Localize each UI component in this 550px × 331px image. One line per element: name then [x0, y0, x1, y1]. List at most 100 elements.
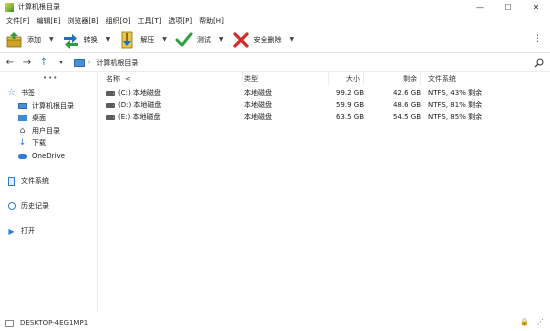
sidebar-item-computer[interactable]: 计算机根目录: [18, 100, 74, 112]
test-label: 测试: [196, 35, 211, 44]
title-bar: 计算机根目录 — ☐ ✕: [0, 0, 550, 14]
sidebar-item-label: 桌面: [32, 114, 46, 122]
extract-icon: [121, 31, 133, 48]
drive-size: 63.5 GB: [335, 113, 364, 121]
column-header-label: 剩余: [403, 75, 417, 83]
star-icon: ☆: [7, 88, 16, 98]
search-icon[interactable]: [534, 58, 544, 68]
add-button[interactable]: 添加 ▼: [3, 29, 56, 51]
column-header-type[interactable]: 类型: [244, 72, 329, 86]
column-header-size[interactable]: 大小: [330, 72, 364, 86]
column-header-label: 类型: [244, 75, 258, 83]
drive-type: 本地磁盘: [244, 89, 272, 97]
sidebar-item-label: 下载: [32, 139, 46, 147]
lock-icon[interactable]: 🔒: [520, 318, 529, 326]
menu-browser[interactable]: 浏览器[B]: [64, 16, 101, 26]
test-button[interactable]: 测试 ▼: [173, 29, 226, 51]
drive-name: (E:) 本地磁盘: [118, 113, 161, 121]
history-dropdown-icon[interactable]: ▾: [54, 56, 68, 70]
secure-delete-button[interactable]: 安全删除 ▼: [230, 29, 297, 51]
extract-label: 解压: [140, 35, 155, 44]
drive-name: (D:) 本地磁盘: [118, 101, 162, 109]
history-clock-icon: [7, 202, 16, 211]
history-label: 历史记录: [21, 202, 49, 210]
computer-name: DESKTOP-4EG1MP1: [20, 319, 89, 327]
app-logo-icon: [5, 2, 14, 12]
sidebar-filesystem[interactable]: 文件系统: [7, 175, 49, 187]
sidebar-dots[interactable]: •••: [43, 74, 58, 82]
sidebar-history[interactable]: 历史记录: [7, 200, 49, 212]
menu-help[interactable]: 帮助[H]: [196, 16, 227, 26]
address-bar: ← → ↑ ▾ › 计算机根目录: [0, 54, 550, 72]
sidebar-item-downloads[interactable]: ↓ 下载: [18, 137, 46, 149]
maximize-button[interactable]: ☐: [494, 0, 522, 14]
status-icons: 🔒 ⋰: [520, 318, 544, 326]
sidebar: ••• ☆ 书签 计算机根目录 桌面 ⌂ 用户目录 ↓ 下载 OneDrive …: [0, 72, 98, 312]
drive-type: 本地磁盘: [244, 101, 272, 109]
back-arrow-icon[interactable]: ←: [3, 56, 17, 70]
forward-arrow-icon[interactable]: →: [20, 56, 34, 70]
sidebar-item-onedrive[interactable]: OneDrive: [18, 150, 65, 162]
cloud-icon: [18, 152, 27, 161]
column-header-filesystem[interactable]: 文件系统: [422, 72, 522, 86]
menu-bar: 文件[F] 编辑[E] 浏览器[B] 组织[O] 工具[T] 选项[P] 帮助[…: [0, 14, 550, 27]
drive-icon: [106, 90, 115, 96]
column-header-free[interactable]: 剩余: [365, 72, 421, 86]
table-row[interactable]: (D:) 本地磁盘 本地磁盘 59.9 GB 48.6 GB NTFS, 81%…: [99, 99, 550, 111]
drive-filesystem: NTFS, 81% 剩余: [428, 101, 483, 109]
open-label: 打开: [21, 227, 35, 235]
column-header-label: 名称: [106, 75, 120, 83]
computer-icon: [18, 102, 27, 111]
chevron-right-icon[interactable]: ›: [88, 59, 90, 66]
menu-organize[interactable]: 组织[O]: [103, 16, 134, 26]
extract-button[interactable]: 解压 ▼: [116, 29, 169, 51]
secure-delete-dropdown-icon[interactable]: ▼: [290, 36, 295, 43]
convert-button[interactable]: 转换 ▼: [60, 29, 113, 51]
drive-size: 59.9 GB: [335, 101, 364, 109]
menu-edit[interactable]: 编辑[E]: [34, 16, 64, 26]
play-arrow-icon: ▶: [8, 226, 15, 236]
drive-free: 48.6 GB: [392, 101, 421, 109]
sidebar-item-label: 用户目录: [32, 127, 60, 135]
minimize-button[interactable]: —: [466, 0, 494, 14]
sort-indicator-icon: <: [125, 75, 131, 83]
convert-icon: [63, 33, 78, 49]
convert-dropdown-icon[interactable]: ▼: [106, 36, 111, 43]
sidebar-item-home[interactable]: ⌂ 用户目录: [18, 125, 60, 137]
table-row[interactable]: (E:) 本地磁盘 本地磁盘 63.5 GB 54.5 GB NTFS, 85%…: [99, 111, 550, 123]
resize-grip-icon[interactable]: ⋰: [537, 318, 544, 326]
up-arrow-icon[interactable]: ↑: [37, 56, 51, 70]
window-controls: — ☐ ✕: [466, 0, 550, 14]
sidebar-item-desktop[interactable]: 桌面: [18, 112, 46, 124]
status-bar: DESKTOP-4EG1MP1: [0, 315, 550, 331]
menu-options[interactable]: 选项[P]: [165, 16, 195, 26]
column-header-label: 文件系统: [428, 75, 456, 83]
download-icon: ↓: [18, 138, 27, 148]
add-dropdown-icon[interactable]: ▼: [49, 36, 54, 43]
file-list: 名称 < 类型 大小 剩余 文件系统 (C:) 本地磁盘 本地磁盘 99.2 G…: [99, 72, 550, 312]
address-path[interactable]: 计算机根目录: [96, 58, 138, 68]
window-title: 计算机根目录: [18, 3, 60, 11]
toolbar: 添加 ▼ 转换 ▼ 解压 ▼ 测试 ▼ 安全删除 ▼: [0, 27, 550, 53]
drive-name: (C:) 本地磁盘: [118, 89, 161, 97]
table-row[interactable]: (C:) 本地磁盘 本地磁盘 99.2 GB 42.6 GB NTFS, 43%…: [99, 87, 550, 99]
secure-delete-label: 安全删除: [253, 35, 282, 44]
extract-dropdown-icon[interactable]: ▼: [162, 36, 167, 43]
menu-tools[interactable]: 工具[T]: [135, 16, 165, 26]
test-dropdown-icon[interactable]: ▼: [219, 36, 224, 43]
checkmark-icon: [175, 32, 193, 46]
close-button[interactable]: ✕: [522, 0, 550, 14]
drive-free: 42.6 GB: [392, 89, 421, 97]
drive-icon: [106, 114, 115, 120]
drive-filesystem: NTFS, 43% 剩余: [428, 89, 483, 97]
menu-file[interactable]: 文件[F]: [3, 16, 33, 26]
filesystem-label: 文件系统: [21, 177, 49, 185]
home-icon: ⌂: [19, 126, 26, 136]
more-options-icon[interactable]: ⋮: [533, 34, 542, 44]
sidebar-bookmarks-header[interactable]: ☆ 书签: [7, 87, 35, 99]
column-header-name[interactable]: 名称 <: [106, 72, 243, 86]
filesystem-icon: [7, 176, 16, 186]
drive-filesystem: NTFS, 85% 剩余: [428, 113, 483, 121]
sidebar-item-label: 计算机根目录: [32, 102, 74, 110]
sidebar-open[interactable]: ▶ 打开: [7, 225, 35, 237]
